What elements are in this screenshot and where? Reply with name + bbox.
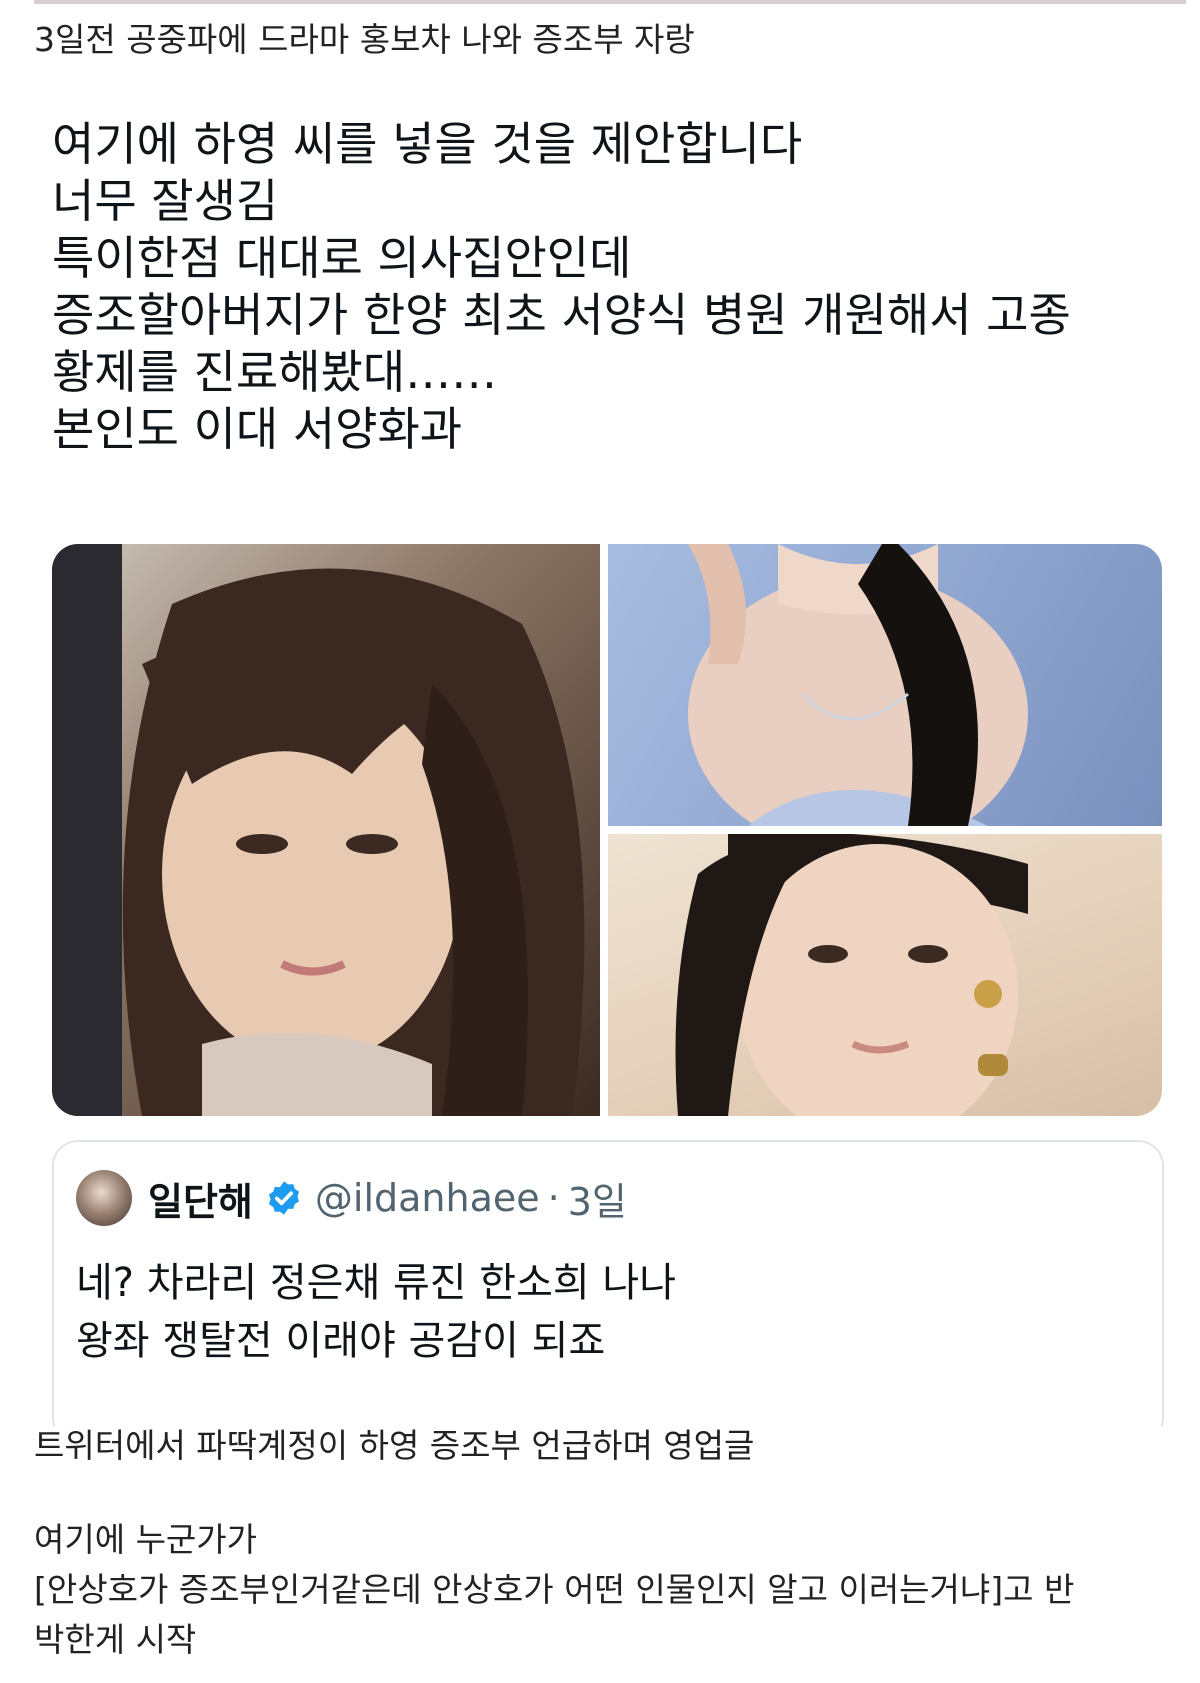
tweet-line: 특이한점 대대로 의사집안인데 [52, 231, 632, 285]
avatar[interactable] [76, 1170, 132, 1226]
separator-dot: · [547, 1176, 560, 1220]
tweet-line: 본인도 이대 서양화과 [52, 402, 463, 456]
tweet-line: 너무 잘생김 [52, 174, 279, 228]
caption-top: 3일전 공중파에 드라마 홍보차 나와 증조부 자랑 [34, 20, 695, 59]
tweet-line: 여기에 하영 씨를 넣을 것을 제안합니다 [52, 117, 803, 171]
tweet-media-grid[interactable] [52, 544, 1162, 1116]
tweet-line: 증조할아버지가 한양 최초 서양식 병원 개원해서 고종 [52, 288, 1071, 342]
quoted-tweet-header: 일단해 @ildanhaee · 3일 [76, 1168, 627, 1228]
top-image-edge [34, 0, 1186, 4]
caption-middle: 트위터에서 파딱계정이 하영 증조부 언급하며 영업글 [34, 1426, 755, 1465]
quoted-tweet[interactable]: 일단해 @ildanhaee · 3일 네? 차라리 정은채 류진 한소희 나나… [52, 1140, 1164, 1426]
quoted-tweet-body: 네? 차라리 정은채 류진 한소희 나나 왕좌 쟁탈전 이래야 공감이 되죠 [76, 1254, 676, 1370]
caption-bottom-line: 여기에 누군가가 [34, 1520, 258, 1559]
tweet-text: 여기에 하영 씨를 넣을 것을 제안합니다 너무 잘생김 특이한점 대대로 의사… [52, 116, 1172, 458]
quoted-author-name[interactable]: 일단해 [148, 1171, 253, 1226]
verified-badge-icon [268, 1181, 299, 1215]
quoted-author-handle[interactable]: @ildanhaee [315, 1176, 540, 1220]
tweet-line: 황제를 진료해봤대…… [52, 345, 498, 399]
photo-bottom-right[interactable] [608, 834, 1162, 1116]
quoted-tweet-time[interactable]: 3일 [568, 1171, 627, 1226]
caption-bottom-line: 박한게 시작 [34, 1620, 197, 1659]
quoted-tweet-line: 왕좌 쟁탈전 이래야 공감이 되죠 [76, 1318, 606, 1364]
photo-left[interactable] [52, 544, 600, 1116]
photo-top-right[interactable] [608, 544, 1162, 826]
tweet-screenshot: 여기에 하영 씨를 넣을 것을 제안합니다 너무 잘생김 특이한점 대대로 의사… [34, 96, 1186, 1426]
quoted-tweet-line: 네? 차라리 정은채 류진 한소희 나나 [76, 1260, 677, 1306]
caption-bottom-line: [안상호가 증조부인거같은데 안상호가 어떤 인물인지 알고 이러는거냐]고 반 [34, 1570, 1075, 1609]
